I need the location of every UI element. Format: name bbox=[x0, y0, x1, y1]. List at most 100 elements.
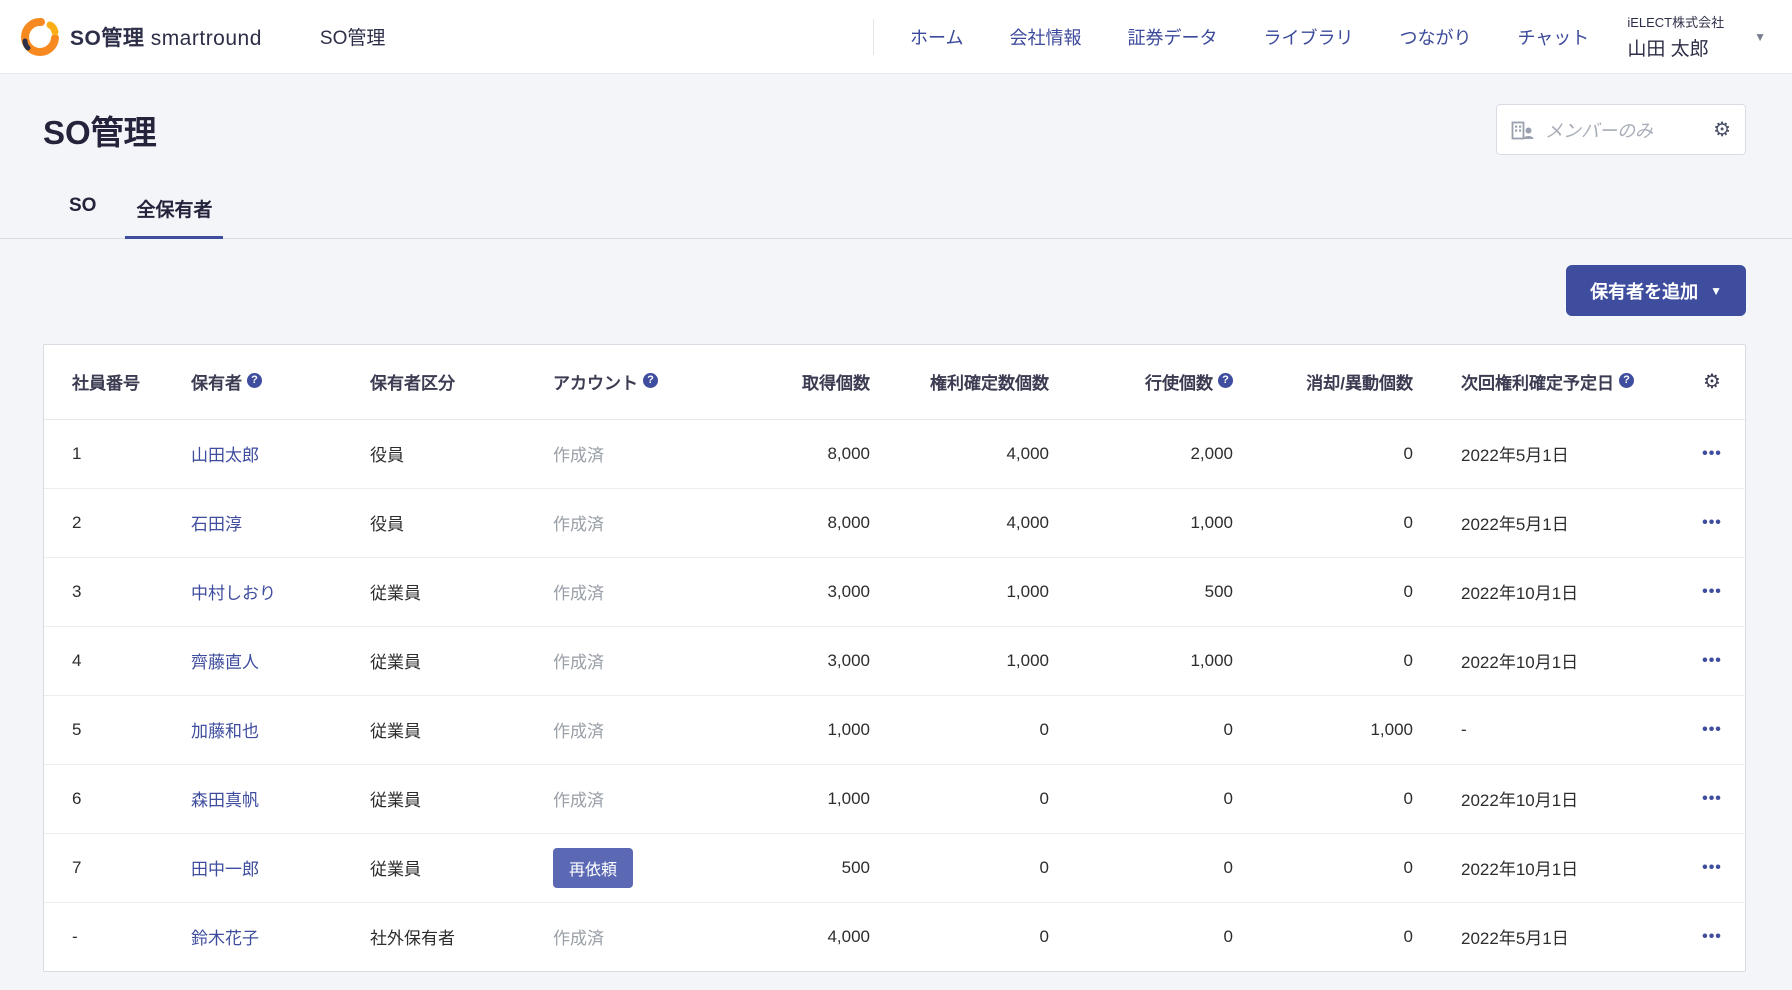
table-row: 4 齊藤直人 従業員 作成済 3,000 1,000 1,000 0 2022年… bbox=[44, 626, 1747, 695]
holder-category-cell: 従業員 bbox=[342, 764, 525, 833]
table-row: 3 中村しおり 従業員 作成済 3,000 1,000 500 0 2022年1… bbox=[44, 557, 1747, 626]
tabs-bar: SO 全保有者 bbox=[0, 181, 1792, 239]
help-icon[interactable]: ? bbox=[1218, 373, 1233, 388]
holder-link[interactable]: 鈴木花子 bbox=[191, 929, 259, 948]
cancelled-count-cell: 0 bbox=[1261, 833, 1441, 902]
row-actions-button[interactable]: ••• bbox=[1694, 786, 1730, 812]
holders-table-body: 1 山田太郎 役員 作成済 8,000 4,000 2,000 0 2022年5… bbox=[44, 419, 1747, 971]
nav-item-library[interactable]: ライブラリ bbox=[1263, 24, 1353, 50]
table-settings-gear-icon[interactable]: ⚙ bbox=[1703, 369, 1721, 394]
employee-number-cell: 2 bbox=[44, 488, 163, 557]
table-row: 1 山田太郎 役員 作成済 8,000 4,000 2,000 0 2022年5… bbox=[44, 419, 1747, 488]
exercised-count-cell: 0 bbox=[1077, 833, 1261, 902]
row-actions-button[interactable]: ••• bbox=[1694, 579, 1730, 605]
holder-category-cell: 役員 bbox=[342, 419, 525, 488]
holder-link[interactable]: 石田淳 bbox=[191, 515, 242, 534]
help-icon[interactable]: ? bbox=[247, 373, 262, 388]
cancelled-count-cell: 0 bbox=[1261, 557, 1441, 626]
cancelled-count-cell: 1,000 bbox=[1261, 695, 1441, 764]
row-actions-button[interactable]: ••• bbox=[1694, 648, 1730, 674]
acquired-count-cell: 3,000 bbox=[744, 557, 898, 626]
tab-so[interactable]: SO bbox=[58, 181, 107, 239]
nav-item-connections[interactable]: つながり bbox=[1399, 24, 1471, 50]
holders-table: 社員番号 保有者? 保有者区分 アカウント? 取得個数 権利確定数個数 行使個数… bbox=[43, 344, 1746, 972]
nav-item-securities-data[interactable]: 証券データ bbox=[1127, 24, 1217, 50]
page-title: SO管理 bbox=[43, 106, 157, 154]
help-icon[interactable]: ? bbox=[1619, 373, 1634, 388]
holder-link[interactable]: 中村しおり bbox=[191, 584, 276, 603]
nav-item-home[interactable]: ホーム bbox=[910, 24, 963, 50]
user-menu[interactable]: iELECT株式会社 山田 太郎 ▼ bbox=[1627, 12, 1766, 61]
holder-link[interactable]: 山田太郎 bbox=[191, 446, 259, 465]
member-filter[interactable]: メンバーのみ ⚙ bbox=[1496, 104, 1746, 155]
holder-category-cell: 社外保有者 bbox=[342, 902, 525, 971]
cancelled-count-cell: 0 bbox=[1261, 419, 1441, 488]
vested-count-cell: 1,000 bbox=[898, 557, 1077, 626]
smartround-logo-icon bbox=[20, 17, 60, 57]
holder-category-cell: 従業員 bbox=[342, 557, 525, 626]
exercised-count-cell: 2,000 bbox=[1077, 419, 1261, 488]
account-status: 作成済 bbox=[553, 929, 604, 948]
column-header-acquired: 取得個数 bbox=[744, 345, 898, 419]
holder-category-cell: 従業員 bbox=[342, 626, 525, 695]
cancelled-count-cell: 0 bbox=[1261, 488, 1441, 557]
vested-count-cell: 0 bbox=[898, 833, 1077, 902]
top-bar: SO管理 smartround SO管理 ホーム 会社情報 証券データ ライブラ… bbox=[0, 0, 1792, 74]
filter-settings-gear-icon[interactable]: ⚙ bbox=[1713, 117, 1731, 142]
exercised-count-cell: 0 bbox=[1077, 764, 1261, 833]
holder-category-cell: 従業員 bbox=[342, 833, 525, 902]
table-row: 7 田中一郎 従業員 再依頼 500 0 0 0 2022年10月1日 ••• bbox=[44, 833, 1747, 902]
column-header-holder-category: 保有者区分 bbox=[342, 345, 525, 419]
chevron-down-icon: ▼ bbox=[1710, 284, 1722, 298]
table-row: 5 加藤和也 従業員 作成済 1,000 0 0 1,000 - ••• bbox=[44, 695, 1747, 764]
row-actions-button[interactable]: ••• bbox=[1694, 924, 1730, 950]
row-actions-button[interactable]: ••• bbox=[1694, 510, 1730, 536]
exercised-count-cell: 1,000 bbox=[1077, 626, 1261, 695]
company-name: iELECT株式会社 bbox=[1627, 12, 1724, 31]
chevron-down-icon: ▼ bbox=[1754, 30, 1766, 44]
exercised-count-cell: 0 bbox=[1077, 902, 1261, 971]
row-actions-button[interactable]: ••• bbox=[1694, 717, 1730, 743]
row-actions-button[interactable]: ••• bbox=[1694, 855, 1730, 881]
holder-link[interactable]: 加藤和也 bbox=[191, 722, 259, 741]
column-header-exercised: 行使個数? bbox=[1077, 345, 1261, 419]
help-icon[interactable]: ? bbox=[643, 373, 658, 388]
column-header-account: アカウント? bbox=[525, 345, 744, 419]
employee-number-cell: - bbox=[44, 902, 163, 971]
nav-item-chat[interactable]: チャット bbox=[1517, 24, 1589, 50]
exercised-count-cell: 0 bbox=[1077, 695, 1261, 764]
employee-number-cell: 5 bbox=[44, 695, 163, 764]
column-header-next-vesting-date: 次回権利確定予定日? bbox=[1441, 345, 1677, 419]
account-status: 作成済 bbox=[553, 446, 604, 465]
account-status[interactable]: 再依頼 bbox=[553, 848, 633, 888]
holder-link[interactable]: 森田真帆 bbox=[191, 791, 259, 810]
acquired-count-cell: 4,000 bbox=[744, 902, 898, 971]
next-vesting-date-cell: 2022年10月1日 bbox=[1441, 557, 1677, 626]
column-header-vested: 権利確定数個数 bbox=[898, 345, 1077, 419]
brand-text: SO管理 smartround bbox=[70, 22, 262, 52]
next-vesting-date-cell: 2022年10月1日 bbox=[1441, 626, 1677, 695]
top-navigation: ホーム 会社情報 証券データ ライブラリ つながり チャット bbox=[873, 19, 1589, 55]
acquired-count-cell: 1,000 bbox=[744, 695, 898, 764]
vested-count-cell: 4,000 bbox=[898, 419, 1077, 488]
account-status: 作成済 bbox=[553, 722, 604, 741]
column-header-cancelled: 消却/異動個数 bbox=[1261, 345, 1441, 419]
nav-item-company-info[interactable]: 会社情報 bbox=[1009, 24, 1081, 50]
vested-count-cell: 0 bbox=[898, 764, 1077, 833]
tab-all-holders[interactable]: 全保有者 bbox=[125, 181, 223, 239]
add-holder-button[interactable]: 保有者を追加 ▼ bbox=[1566, 265, 1746, 316]
app-logo[interactable]: SO管理 smartround bbox=[20, 17, 262, 57]
next-vesting-date-cell: 2022年5月1日 bbox=[1441, 902, 1677, 971]
holder-link[interactable]: 田中一郎 bbox=[191, 860, 259, 879]
row-actions-button[interactable]: ••• bbox=[1694, 441, 1730, 467]
exercised-count-cell: 500 bbox=[1077, 557, 1261, 626]
vested-count-cell: 0 bbox=[898, 902, 1077, 971]
holder-link[interactable]: 齊藤直人 bbox=[191, 653, 259, 672]
next-vesting-date-cell: 2022年10月1日 bbox=[1441, 764, 1677, 833]
next-vesting-date-cell: - bbox=[1441, 695, 1677, 764]
employee-number-cell: 3 bbox=[44, 557, 163, 626]
employee-number-cell: 6 bbox=[44, 764, 163, 833]
next-vesting-date-cell: 2022年5月1日 bbox=[1441, 419, 1677, 488]
cancelled-count-cell: 0 bbox=[1261, 764, 1441, 833]
account-status: 作成済 bbox=[553, 584, 604, 603]
